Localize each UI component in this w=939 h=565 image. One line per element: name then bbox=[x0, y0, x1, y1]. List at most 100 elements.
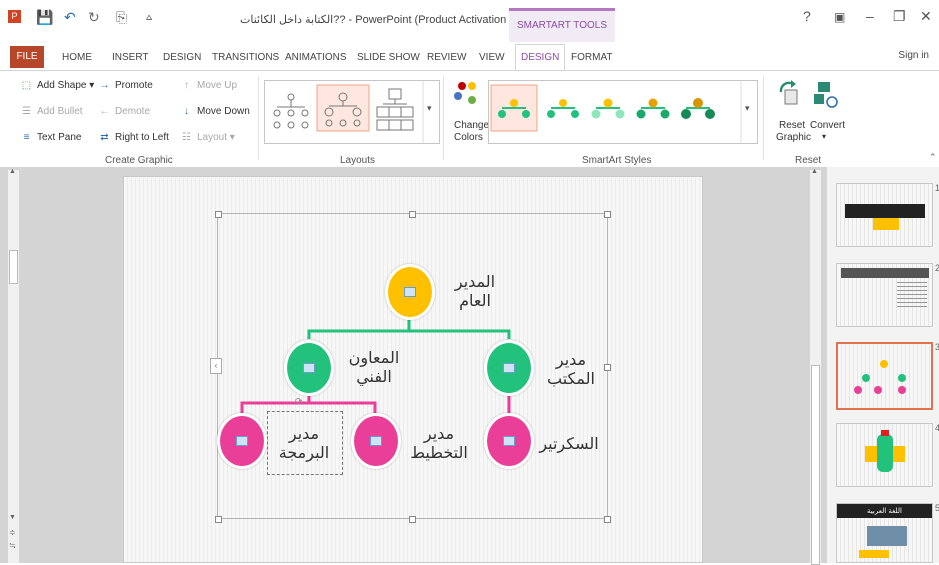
slide-thumbnail-3[interactable] bbox=[836, 342, 933, 410]
org-node-bottom-2[interactable] bbox=[351, 413, 401, 469]
promote-button[interactable]: → Promote bbox=[98, 80, 153, 91]
tab-insert[interactable]: INSERT bbox=[112, 52, 149, 63]
thumb-org-chart bbox=[854, 360, 906, 394]
move-up-icon: ↑ bbox=[184, 80, 189, 91]
layout-icon: ☷ bbox=[182, 132, 191, 143]
redo-icon[interactable]: ↻ bbox=[88, 9, 100, 26]
org-text-top[interactable]: المدير العام bbox=[440, 272, 510, 310]
reset-graphic-button[interactable] bbox=[777, 80, 803, 110]
org-text-bottom-3[interactable]: السكرتير bbox=[536, 434, 602, 453]
powerpoint-logo-icon: P bbox=[8, 10, 21, 23]
close-icon[interactable]: ✕ bbox=[920, 8, 932, 25]
slide-thumbnail-5[interactable]: اللغة العربية bbox=[836, 503, 933, 563]
next-slide-icon[interactable]: ≒ bbox=[9, 541, 16, 550]
org-node-top[interactable] bbox=[385, 264, 435, 320]
promote-label: Promote bbox=[115, 80, 153, 91]
layouts-more-icon: ▾ bbox=[427, 104, 432, 114]
tab-design[interactable]: DESIGN bbox=[163, 52, 201, 63]
slide-thumbnail-1[interactable] bbox=[836, 183, 933, 247]
tab-transitions[interactable]: TRANSITIONS bbox=[212, 52, 279, 63]
tab-smartart-design[interactable]: DESIGN bbox=[515, 44, 566, 71]
org-node-mid-left[interactable] bbox=[284, 340, 334, 396]
right-scrollbar-thumb[interactable] bbox=[811, 365, 820, 565]
style-option-3 bbox=[591, 98, 625, 119]
thumb-red-cap bbox=[881, 430, 889, 436]
convert-label: Convert bbox=[810, 120, 846, 131]
left-scrollbar-thumb[interactable] bbox=[9, 250, 18, 284]
change-colors-button[interactable] bbox=[450, 78, 486, 118]
move-up-button[interactable]: ↑ Move Up bbox=[180, 80, 237, 91]
text-pane-label: Text Pane bbox=[37, 132, 82, 143]
picture-placeholder-icon[interactable] bbox=[404, 287, 416, 297]
customize-qat-icon[interactable]: ⩟ bbox=[146, 12, 152, 23]
right-to-left-icon: ⇄ bbox=[100, 132, 109, 143]
thumb5-picture bbox=[867, 526, 907, 546]
connector-level2-left bbox=[240, 393, 377, 413]
slide-thumbnail-2[interactable] bbox=[836, 263, 933, 327]
left-scrollbar[interactable] bbox=[8, 170, 19, 563]
tab-animations[interactable]: ANIMATIONS bbox=[285, 52, 346, 63]
ribbon-separator bbox=[763, 76, 764, 160]
tab-home[interactable]: HOME bbox=[62, 52, 92, 63]
tab-smartart-format[interactable]: FORMAT bbox=[571, 52, 612, 63]
add-shape-icon: ⬚ bbox=[21, 80, 32, 91]
thumb5-yellow-arrow bbox=[859, 550, 889, 558]
undo-icon[interactable]: ↶ bbox=[64, 9, 76, 26]
add-shape-button[interactable]: ⬚ Add Shape ▾ bbox=[20, 80, 95, 91]
layout-label: Layout bbox=[197, 132, 228, 143]
move-up-label: Move Up bbox=[197, 80, 238, 91]
picture-placeholder-icon[interactable] bbox=[236, 436, 248, 446]
demote-button[interactable]: ← Demote bbox=[98, 106, 151, 117]
convert-dropdown-icon[interactable]: ▾ bbox=[822, 132, 826, 141]
org-text-mid-left[interactable]: المعاون الفني bbox=[338, 348, 410, 386]
scroll-up-icon[interactable]: ▲ bbox=[9, 168, 16, 175]
slide-number-2: 2 bbox=[935, 263, 939, 273]
scroll-up-icon[interactable]: ▲ bbox=[811, 168, 818, 175]
thumb-title-bar bbox=[841, 268, 929, 278]
layout-button[interactable]: ☷ Layout ▾ bbox=[180, 132, 235, 143]
move-down-button[interactable]: ↓ Move Down bbox=[180, 106, 250, 117]
picture-placeholder-icon[interactable] bbox=[503, 436, 515, 446]
picture-placeholder-icon[interactable] bbox=[303, 363, 315, 373]
help-button[interactable]: ? bbox=[803, 8, 811, 24]
tab-review[interactable]: REVIEW bbox=[427, 52, 466, 63]
sign-in-link[interactable]: Sign in bbox=[898, 50, 929, 61]
add-bullet-button[interactable]: ☰ Add Bullet bbox=[20, 106, 83, 117]
thumb-green-cylinder bbox=[877, 434, 893, 472]
org-node-bottom-3[interactable] bbox=[484, 413, 534, 469]
tab-slide-show[interactable]: SLIDE SHOW bbox=[357, 52, 420, 63]
layout-option-hierarchy bbox=[273, 93, 309, 129]
text-pane-button[interactable]: ≡ Text Pane bbox=[20, 132, 82, 143]
smartart-styles-group-label: SmartArt Styles bbox=[582, 155, 652, 166]
start-slideshow-icon[interactable]: ⎘ bbox=[116, 9, 127, 26]
ribbon-separator bbox=[443, 76, 444, 160]
demote-label: Demote bbox=[115, 106, 151, 117]
convert-button[interactable] bbox=[812, 80, 840, 110]
ribbon-display-options-icon[interactable]: ▣ bbox=[834, 10, 845, 24]
slide-number-3: 3 bbox=[935, 342, 939, 352]
org-text-bottom-1[interactable]: مدير البرمجة bbox=[270, 424, 338, 462]
org-node-bottom-1[interactable] bbox=[217, 413, 267, 469]
collapse-ribbon-icon[interactable]: ⌃ bbox=[929, 152, 937, 163]
title-bar: P 💾 ↶ ↻ ⎘ ⩟ الكتابة داخل الكائنات?? - Po… bbox=[0, 0, 939, 45]
org-text-mid-right[interactable]: مدير المكتب bbox=[538, 350, 604, 388]
slide-number-1: 1 bbox=[935, 183, 939, 193]
right-to-left-button[interactable]: ⇄ Right to Left bbox=[98, 132, 169, 143]
org-node-mid-right[interactable] bbox=[484, 340, 534, 396]
tab-file[interactable]: FILE bbox=[10, 46, 44, 68]
save-icon[interactable]: 💾 bbox=[36, 9, 53, 26]
slide-thumbnail-4[interactable] bbox=[836, 423, 933, 487]
connector-level1 bbox=[307, 320, 511, 339]
minimize-icon[interactable]: – bbox=[866, 8, 874, 24]
tab-view[interactable]: VIEW bbox=[479, 52, 505, 63]
picture-placeholder-icon[interactable] bbox=[503, 363, 515, 373]
scroll-down-icon[interactable]: ▼ bbox=[9, 514, 16, 521]
thumb-banner bbox=[845, 204, 925, 218]
right-scrollbar[interactable] bbox=[810, 170, 821, 565]
previous-slide-icon[interactable]: ≑ bbox=[9, 528, 16, 537]
rotate-handle-icon[interactable]: ⟳ bbox=[295, 396, 303, 407]
restore-icon[interactable]: ❐ bbox=[893, 8, 906, 25]
org-text-bottom-2[interactable]: مدير التخطيط bbox=[404, 424, 474, 462]
picture-placeholder-icon[interactable] bbox=[370, 436, 382, 446]
right-to-left-label: Right to Left bbox=[115, 132, 169, 143]
